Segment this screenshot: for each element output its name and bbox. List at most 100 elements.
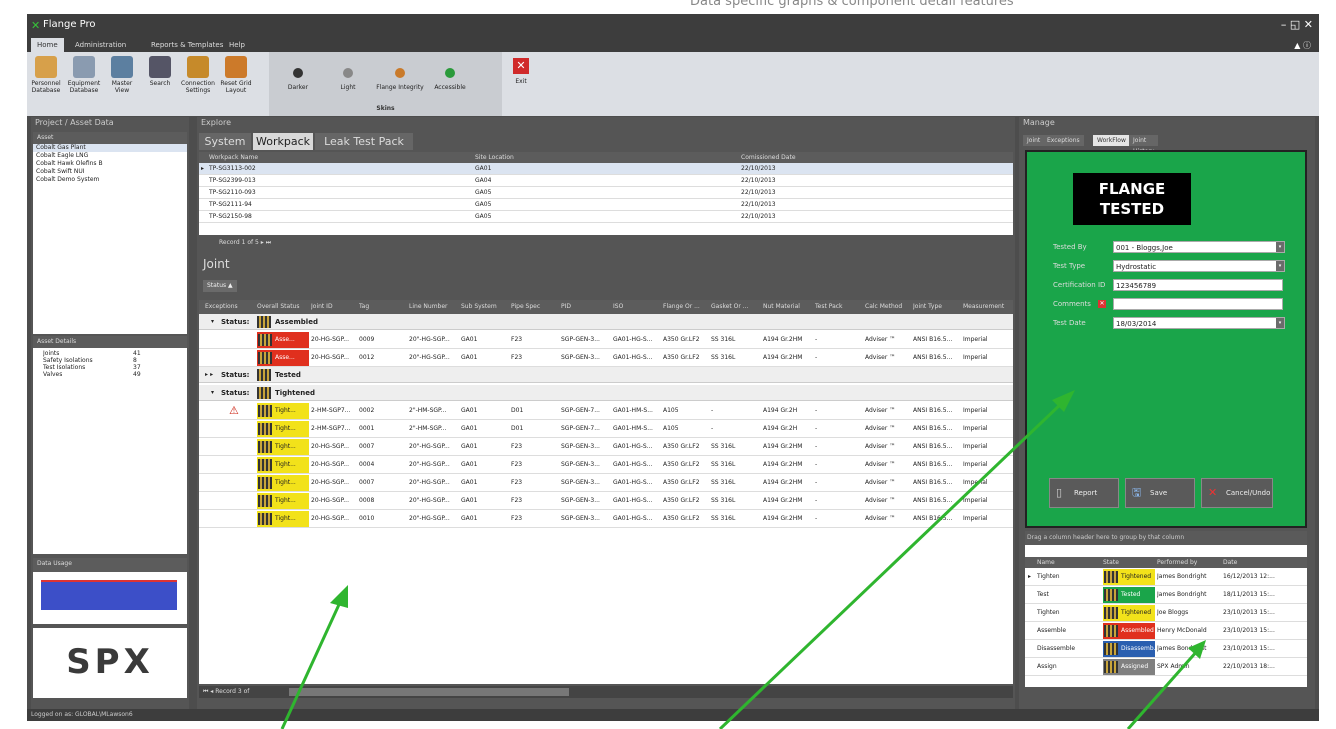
workpack-row[interactable]: TP-SG2399-013 GA04 22/10/2013 (199, 175, 1013, 187)
joint-nav[interactable]: ⏮ ◂ Record 3 of (199, 686, 1013, 698)
joint-row[interactable]: Tight... 20-HG-SGP... 0010 20"-HG-SGP... GA0… (199, 510, 1013, 528)
field-input[interactable]: 123456789 (1113, 279, 1283, 291)
explore-tab-0[interactable]: System (199, 133, 251, 150)
ribbon-button-3[interactable]: Search (143, 56, 177, 87)
explore-tab-1[interactable]: Workpack (253, 133, 313, 150)
joint-column-header[interactable]: Measurement (963, 300, 1013, 314)
horizontal-scrollbar[interactable] (289, 688, 569, 696)
joint-column-header[interactable]: Joint ID (311, 300, 359, 314)
joint-cell: Imperial (963, 407, 988, 414)
joint-column-header[interactable]: Gasket Or ... (711, 300, 761, 314)
skin-0[interactable]: Darker (277, 68, 319, 91)
window-controls[interactable]: – ◱ ✕ (1281, 18, 1313, 31)
report-button[interactable]: ▯ Report (1049, 478, 1119, 508)
joint-cell: - (815, 407, 818, 414)
reset-icon (225, 56, 247, 78)
ribbon-tab-1[interactable]: Administration (69, 38, 132, 52)
ribbon-tab-2[interactable]: Reports & Templates (145, 38, 229, 52)
manage-tab-3[interactable]: Joint History (1129, 135, 1159, 155)
asset-item[interactable]: Cobalt Eagle LNG (33, 152, 187, 160)
history-column-header[interactable]: Name (1037, 557, 1055, 568)
joint-column-header[interactable]: ISO (613, 300, 661, 314)
joint-row[interactable]: Asse... 20-HG-SGP... 0009 20"-HG-SGP... GA01… (199, 331, 1013, 349)
joint-column-header[interactable]: Joint Type (913, 300, 961, 314)
joint-cell: GA01-HG-S... (613, 515, 653, 522)
ribbon-button-0[interactable]: Personnel Database (29, 56, 63, 94)
joint-row[interactable]: Tight... 20-HG-SGP... 0004 20"-HG-SGP... GA0… (199, 456, 1013, 474)
overall-status-cell: Asse... (257, 332, 309, 348)
workpack-row[interactable]: ▸ TP-SG3113-002 GA01 22/10/2013 (199, 163, 1013, 175)
joint-column-header[interactable]: Flange Or ... (663, 300, 709, 314)
ribbon-button-1[interactable]: Equipment Database (67, 56, 101, 94)
ribbon-button-5[interactable]: Reset Grid Layout (219, 56, 253, 94)
ribbon-button-label: Master View (111, 80, 133, 94)
joint-row[interactable]: Tight... 20-HG-SGP... 0008 20"-HG-SGP... GA0… (199, 492, 1013, 510)
exit-button[interactable]: ✕ Exit (511, 58, 531, 85)
ribbon-tab-0[interactable]: Home (31, 38, 64, 52)
joint-column-header[interactable]: Exceptions (205, 300, 255, 314)
history-row[interactable]: Tighten Tightened Joe Bloggs 23/10/2013 15:… (1025, 604, 1307, 622)
joint-row[interactable]: Tight... 20-HG-SGP... 0007 20"-HG-SGP... GA0… (199, 438, 1013, 456)
joint-column-header[interactable]: Test Pack (815, 300, 863, 314)
workpack-row[interactable]: TP-SG2110-093 GA05 22/10/2013 (199, 187, 1013, 199)
history-row[interactable]: Assemble Assembled Henry McDonald 23/10/201… (1025, 622, 1307, 640)
ribbon-button-4[interactable]: Connection Settings (181, 56, 215, 94)
status-group-row[interactable]: ▸ ▸ Status: Tested (199, 367, 1013, 383)
dropdown-arrow-icon[interactable]: ▾ (1276, 261, 1284, 271)
save-icon: 🖫 (1132, 486, 1142, 499)
explore-tab-2[interactable]: Leak Test Pack (315, 133, 413, 150)
history-column-header[interactable]: State (1103, 557, 1119, 568)
status-text: Tight... (275, 443, 296, 450)
skin-2[interactable]: Flange Integrity (371, 68, 429, 91)
field-input[interactable]: 001 - Bloggs,Joe ▾ (1113, 241, 1285, 253)
history-column-header[interactable]: Date (1223, 557, 1237, 568)
manage-tab-2[interactable]: WorkFlow (1093, 135, 1130, 146)
joint-column-header[interactable]: Sub System (461, 300, 509, 314)
joint-row[interactable]: Tight... 20-HG-SGP... 0007 20"-HG-SGP... GA0… (199, 474, 1013, 492)
status-chip[interactable]: Status ▲ (203, 280, 237, 292)
history-row[interactable]: ▸ Tighten Tightened James Bondright 16/12/20… (1025, 568, 1307, 586)
field-input[interactable] (1113, 298, 1283, 310)
workpack-column-header[interactable]: Comissioned Date (741, 152, 796, 163)
dropdown-arrow-icon[interactable]: ▾ (1276, 318, 1284, 328)
app-window: ✕ Flange Pro – ◱ ✕ Home Administration Rep… (27, 14, 1319, 721)
asset-item[interactable]: Cobalt Gas Plant (33, 144, 187, 152)
workpack-column-header[interactable]: Site Location (475, 152, 514, 163)
joint-column-header[interactable]: PID (561, 300, 611, 314)
joint-column-header[interactable]: Tag (359, 300, 407, 314)
asset-item[interactable]: Cobalt Swift NUI (33, 168, 187, 176)
dropdown-arrow-icon[interactable]: ▾ (1276, 242, 1284, 252)
joint-column-header[interactable]: Line Number (409, 300, 461, 314)
asset-item[interactable]: Cobalt Demo System (33, 176, 187, 184)
status-group-row[interactable]: ▾ Status: Assembled (199, 314, 1013, 330)
joint-column-header[interactable]: Calc Method (865, 300, 911, 314)
save-button[interactable]: 🖫 Save (1125, 478, 1195, 508)
field-value: 001 - Bloggs,Joe (1116, 244, 1173, 252)
joint-row[interactable]: ⚠ Tight... 2-HM-SGP7... 0002 2"-HM-SGP... GA0… (199, 402, 1013, 420)
status-group-row[interactable]: ▾ Status: Tightened (199, 385, 1013, 401)
workpack-row[interactable]: TP-SG2111-94 GA05 22/10/2013 (199, 199, 1013, 211)
workpack-nav[interactable]: Record 1 of 5 ▸ ⏭ (199, 235, 1013, 250)
manage-tab-1[interactable]: Exceptions (1043, 135, 1084, 146)
skin-3[interactable]: Accessible (429, 68, 471, 91)
cancel-undo-button[interactable]: ✕ Cancel/Undo (1201, 478, 1273, 508)
joint-row[interactable]: Tight... 2-HM-SGP7... 0001 2"-HM-SGP... GA01… (199, 420, 1013, 438)
field-input[interactable]: Hydrostatic ▾ (1113, 260, 1285, 272)
ribbon-button-2[interactable]: Master View (105, 56, 139, 94)
skin-1[interactable]: Light (327, 68, 369, 91)
field-input[interactable]: 18/03/2014 ▾ (1113, 317, 1285, 329)
asset-item[interactable]: Cobalt Hawk Olefins B (33, 160, 187, 168)
ribbon-tab-3[interactable]: Help (223, 38, 251, 52)
history-column-header[interactable]: Performed by (1157, 557, 1197, 568)
help-icon[interactable]: ▲ ⓘ (1294, 40, 1311, 51)
joint-row[interactable]: Asse... 20-HG-SGP... 0012 20"-HG-SGP... GA01… (199, 349, 1013, 367)
joint-column-header[interactable]: Pipe Spec (511, 300, 559, 314)
history-row[interactable]: Disassemble Disassemb...James Bondright 23… (1025, 640, 1307, 658)
joint-column-header[interactable]: Overall Status (257, 300, 309, 314)
manage-tab-0[interactable]: Joint (1023, 135, 1045, 146)
workpack-column-header[interactable]: Workpack Name (209, 152, 258, 163)
workpack-row[interactable]: TP-SG2150-98 GA05 22/10/2013 (199, 211, 1013, 223)
history-row[interactable]: Test Tested James Bondright 18/11/2013 15:.… (1025, 586, 1307, 604)
history-row[interactable]: Assign Assigned SPX Admin 22/10/2013 18:... (1025, 658, 1307, 676)
joint-column-header[interactable]: Nut Material (763, 300, 813, 314)
